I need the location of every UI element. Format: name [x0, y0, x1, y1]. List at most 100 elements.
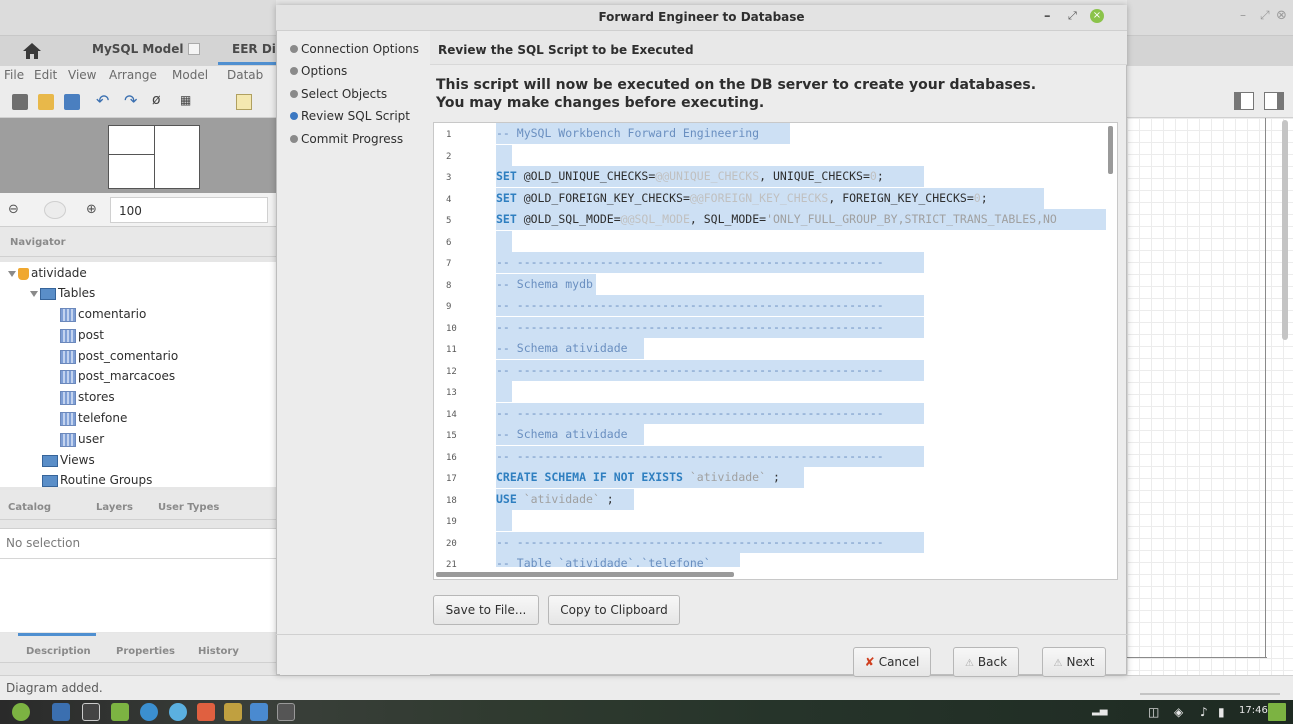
workspace-switcher-icon[interactable]: [277, 703, 295, 721]
tree-tables-folder[interactable]: Tables: [30, 283, 95, 303]
tab-properties[interactable]: Properties: [116, 646, 175, 657]
code-line-5[interactable]: SET @OLD_SQL_MODE=@@SQL_MODE, SQL_MODE='…: [496, 209, 1106, 230]
code-line-16[interactable]: -- -------------------------------------…: [496, 446, 924, 467]
tree-routine-groups-folder[interactable]: Routine Groups: [42, 470, 152, 490]
code-line-21[interactable]: -- Table `atividade`.`telefone`: [496, 553, 740, 567]
tree-table-item[interactable]: post_marcacoes: [60, 366, 175, 386]
code-line-6[interactable]: [496, 231, 512, 252]
toggle-secondary-sidebar-icon[interactable]: [1264, 92, 1284, 110]
tree-views-folder[interactable]: Views: [42, 450, 95, 470]
undo-icon[interactable]: ↶: [96, 91, 109, 110]
code-line-20[interactable]: -- -------------------------------------…: [496, 532, 924, 553]
menu-database[interactable]: Datab: [227, 68, 263, 82]
zoom-slider[interactable]: [44, 201, 66, 219]
save-icon[interactable]: [64, 94, 80, 110]
toggle-sidebar-icon[interactable]: [1234, 92, 1254, 110]
zoom-in-icon[interactable]: ⊕: [86, 202, 97, 217]
menu-edit[interactable]: Edit: [34, 68, 57, 82]
code-line-9[interactable]: -- -------------------------------------…: [496, 295, 924, 316]
dialog-maximize-icon[interactable]: ⤢: [1068, 9, 1077, 23]
show-desktop-icon[interactable]: [1268, 703, 1286, 721]
code-line-15[interactable]: -- Schema atividade: [496, 424, 644, 445]
dialog-close-icon[interactable]: ×: [1090, 9, 1104, 23]
window-maximize-icon[interactable]: ⤢: [1260, 8, 1270, 23]
window-minimize-icon[interactable]: –: [1240, 8, 1246, 22]
canvas-vertical-scrollbar[interactable]: [1282, 120, 1288, 340]
line-number: 5: [446, 216, 452, 226]
redo-icon[interactable]: ↷: [124, 91, 137, 110]
tab-layers[interactable]: Layers: [96, 502, 133, 513]
menu-file[interactable]: File: [4, 68, 24, 82]
align-grid-icon[interactable]: ▦: [180, 93, 191, 107]
toggle-grid-icon[interactable]: ø: [152, 92, 161, 108]
menu-arrange[interactable]: Arrange: [109, 68, 157, 82]
tree-schema-atividade[interactable]: atividade: [8, 263, 87, 283]
code-line-17[interactable]: CREATE SCHEMA IF NOT EXISTS `atividade` …: [496, 467, 804, 488]
clipboard-icon[interactable]: ◫: [1148, 705, 1159, 719]
window-close-icon[interactable]: ⊗: [1276, 8, 1287, 23]
back-button[interactable]: ⚠ Back: [953, 647, 1019, 677]
tree-table-item[interactable]: post_comentario: [60, 346, 178, 366]
note-icon[interactable]: [236, 94, 252, 110]
diagram-canvas[interactable]: [1127, 118, 1293, 675]
code-line-13[interactable]: [496, 381, 512, 402]
network-signal-icon[interactable]: ▂▄: [1092, 705, 1107, 716]
code-line-14[interactable]: -- -------------------------------------…: [496, 403, 924, 424]
zoom-out-icon[interactable]: ⊖: [8, 202, 19, 217]
menu-view[interactable]: View: [68, 68, 96, 82]
expand-icon[interactable]: [30, 290, 38, 297]
code-line-19[interactable]: [496, 510, 512, 531]
editor-vertical-scrollbar[interactable]: [1108, 126, 1113, 174]
save-to-file-button[interactable]: Save to File...: [433, 595, 539, 625]
code-line-10[interactable]: -- -------------------------------------…: [496, 317, 924, 338]
shield-icon[interactable]: ◈: [1174, 705, 1183, 719]
tab-description[interactable]: Description: [26, 646, 91, 657]
tab-history[interactable]: History: [198, 646, 239, 657]
app-icon[interactable]: [197, 703, 215, 721]
code-line-4[interactable]: SET @OLD_FOREIGN_KEY_CHECKS=@@FOREIGN_KE…: [496, 188, 1044, 209]
line-number: 13: [446, 388, 457, 398]
code-line-18[interactable]: USE `atividade` ;: [496, 489, 634, 510]
tab-mysql-model[interactable]: MySQL Model: [92, 42, 183, 56]
code-line-7[interactable]: -- -------------------------------------…: [496, 252, 924, 273]
terminal-icon[interactable]: [82, 703, 100, 721]
expand-icon[interactable]: [8, 270, 16, 277]
tree-table-item[interactable]: telefone: [60, 408, 127, 428]
tab-user-types[interactable]: User Types: [158, 502, 219, 513]
folder-icon[interactable]: [111, 703, 129, 721]
tab-catalog[interactable]: Catalog: [8, 502, 51, 513]
code-line-12[interactable]: -- -------------------------------------…: [496, 360, 924, 381]
code-line-2[interactable]: [496, 145, 512, 166]
battery-icon[interactable]: ▮: [1218, 705, 1225, 719]
volume-icon[interactable]: ♪: [1200, 705, 1208, 719]
minimap-viewport[interactable]: [108, 125, 200, 189]
tree-table-item[interactable]: comentario: [60, 304, 146, 324]
start-menu-icon[interactable]: [12, 703, 30, 721]
code-line-3[interactable]: SET @OLD_UNIQUE_CHECKS=@@UNIQUE_CHECKS, …: [496, 166, 924, 187]
line-number: 1: [446, 130, 452, 140]
code-line-11[interactable]: -- Schema atividade: [496, 338, 644, 359]
cancel-button[interactable]: ✘ Cancel: [853, 647, 931, 677]
canvas-horizontal-scrollbar[interactable]: [1140, 693, 1280, 695]
copy-to-clipboard-button[interactable]: Copy to Clipboard: [548, 595, 680, 625]
notes-icon[interactable]: [224, 703, 242, 721]
tree-table-item[interactable]: stores: [60, 387, 115, 407]
step-select-objects: Select Objects: [290, 87, 387, 101]
new-model-icon[interactable]: [12, 94, 28, 110]
tab-close-icon[interactable]: [188, 43, 200, 55]
home-icon[interactable]: [22, 42, 42, 60]
next-button[interactable]: ⚠ Next: [1042, 647, 1106, 677]
browser-icon[interactable]: [169, 703, 187, 721]
editor-horizontal-scrollbar[interactable]: [436, 572, 734, 577]
code-line-1[interactable]: -- MySQL Workbench Forward Engineering: [496, 123, 790, 144]
workbench-app-icon[interactable]: [140, 703, 158, 721]
tree-table-item[interactable]: user: [60, 429, 104, 449]
zoom-input[interactable]: 100: [110, 197, 268, 223]
files-app-icon[interactable]: [52, 703, 70, 721]
dialog-minimize-icon[interactable]: –: [1044, 9, 1051, 24]
code-line-8[interactable]: -- Schema mydb: [496, 274, 596, 295]
open-folder-icon[interactable]: [38, 94, 54, 110]
document-icon[interactable]: [250, 703, 268, 721]
menu-model[interactable]: Model: [172, 68, 208, 82]
tree-table-item[interactable]: post: [60, 325, 104, 345]
